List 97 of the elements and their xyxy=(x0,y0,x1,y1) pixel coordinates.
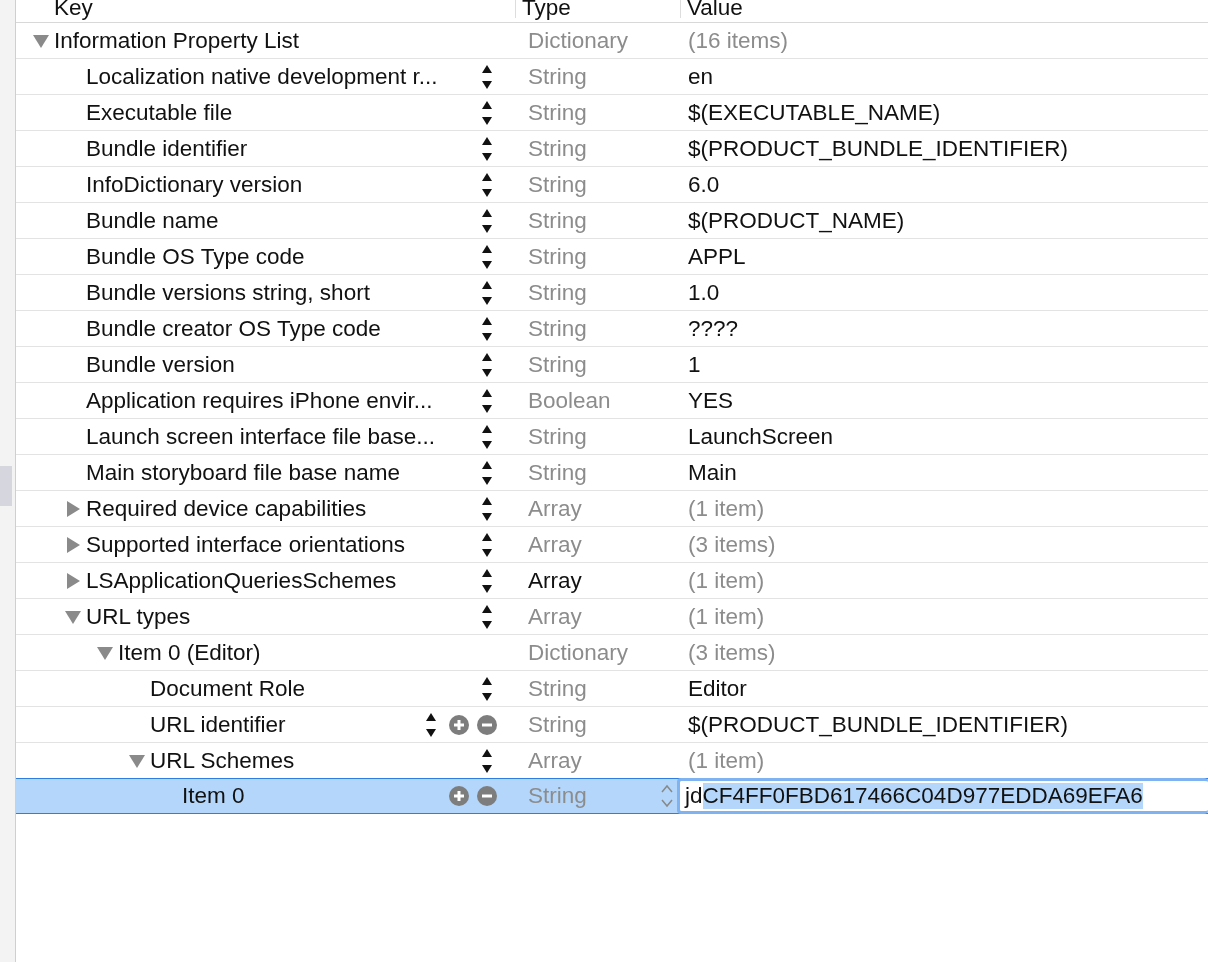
plist-row[interactable]: Localization native development r... String en xyxy=(16,59,1208,95)
key-text: InfoDictionary version xyxy=(86,171,304,198)
plist-row[interactable]: Launch screen interface file base... String LaunchScreen xyxy=(16,419,1208,455)
key-text: Item 0 (Editor) xyxy=(118,639,262,666)
plist-row[interactable]: Required device capabilities Array (1 item) xyxy=(16,491,1208,527)
key-text: Bundle versions string, short xyxy=(86,279,371,306)
key-text: Required device capabilities xyxy=(86,495,368,522)
type-text: String xyxy=(528,279,587,306)
remove-icon[interactable] xyxy=(477,714,497,735)
key-text: Item 0 xyxy=(182,783,246,809)
type-text: String xyxy=(528,675,587,702)
type-text: Array xyxy=(528,567,582,594)
key-text: LSApplicationQueriesSchemes xyxy=(86,567,398,594)
value-text: YES xyxy=(687,387,734,414)
value-text: (3 items) xyxy=(687,639,776,666)
type-text: String xyxy=(528,63,587,90)
type-text: String xyxy=(528,351,587,378)
key-text: Executable file xyxy=(86,99,234,126)
plist-row[interactable]: Information Property List Dictionary (16 items) xyxy=(16,23,1208,59)
add-icon[interactable] xyxy=(449,714,469,735)
key-text: Bundle OS Type code xyxy=(86,243,306,270)
value-text: $(PRODUCT_BUNDLE_IDENTIFIER) xyxy=(687,135,1069,162)
triangle-right-icon[interactable] xyxy=(64,535,82,554)
value-text: (3 items) xyxy=(687,531,776,558)
value-text: (1 item) xyxy=(687,495,765,522)
key-text: Application requires iPhone envir... xyxy=(86,387,434,414)
value-text: $(EXECUTABLE_NAME) xyxy=(687,99,941,126)
type-text: String xyxy=(528,423,587,450)
column-header[interactable]: Key xyxy=(16,0,515,18)
key-text: Bundle creator OS Type code xyxy=(86,315,382,342)
type-text: Array xyxy=(528,747,582,774)
key-text: Bundle name xyxy=(86,207,220,234)
plist-row[interactable]: Document Role String Editor xyxy=(16,671,1208,707)
plist-row[interactable]: Bundle creator OS Type code String ???? xyxy=(16,311,1208,347)
plist-row[interactable]: Item 0 (Editor) Dictionary (3 items) xyxy=(16,635,1208,671)
plist-row[interactable]: Bundle version String 1 xyxy=(16,347,1208,383)
type-text: String xyxy=(528,711,587,738)
type-text: Array xyxy=(528,495,582,522)
key-text: URL Schemes xyxy=(150,747,296,774)
key-text: Document Role xyxy=(150,675,307,702)
type-text: String xyxy=(528,171,587,198)
value-input-field[interactable]: jdCF4FF0FBD617466C04D977EDDA69EFA6 xyxy=(677,778,1208,814)
key-text: Information Property List xyxy=(54,27,301,54)
selected-row[interactable]: Item 0 String jdCF4FF0FBD617466C04D977EDDA69EFA6 xyxy=(16,778,1208,814)
key-text: Localization native development r... xyxy=(86,63,439,90)
value-text: $(PRODUCT_NAME) xyxy=(687,207,905,234)
plist-row[interactable]: Application requires iPhone envir... Boolean YES xyxy=(16,383,1208,419)
value-text: (1 item) xyxy=(687,567,765,594)
type-text: Dictionary xyxy=(528,27,629,54)
plist-row[interactable]: Bundle name String $(PRODUCT_NAME) xyxy=(16,203,1208,239)
key-text: Supported interface orientations xyxy=(86,531,406,558)
type-text: String xyxy=(528,135,587,162)
value-text: Main xyxy=(687,459,737,486)
triangle-right-icon[interactable] xyxy=(64,571,82,590)
key-text: Launch screen interface file base... xyxy=(86,423,436,450)
value-text: (16 items) xyxy=(687,27,789,54)
value-text: LaunchScreen xyxy=(687,423,834,450)
value-text: $(PRODUCT_BUNDLE_IDENTIFIER) xyxy=(687,711,1069,738)
plist-row[interactable]: Executable file String $(EXECUTABLE_NAME) xyxy=(16,95,1208,131)
key-text: Main storyboard file base name xyxy=(86,459,401,486)
plist-row[interactable]: Bundle identifier String $(PRODUCT_BUNDLE_IDENTIFIER) xyxy=(16,131,1208,167)
value-text: 1 xyxy=(687,351,701,378)
plist-row[interactable]: Main storyboard file base name String Main xyxy=(16,455,1208,491)
value-text: APPL xyxy=(687,243,746,270)
triangle-right-icon[interactable] xyxy=(64,499,82,518)
plist-row[interactable]: Supported interface orientations Array (3 items) xyxy=(16,527,1208,563)
gutter-marker xyxy=(0,466,12,506)
type-text: String xyxy=(528,99,587,126)
key-text: URL identifier xyxy=(150,711,287,738)
value-text: 1.0 xyxy=(687,279,720,306)
type-text: Array xyxy=(528,531,582,558)
plist-row[interactable]: URL types Array (1 item) xyxy=(16,599,1208,635)
type-text: String xyxy=(528,459,587,486)
key-text: Bundle version xyxy=(86,351,236,378)
plist-row[interactable]: LSApplicationQueriesSchemes Array (1 item) xyxy=(16,563,1208,599)
type-text: String xyxy=(528,207,587,234)
plist-row[interactable]: InfoDictionary version String 6.0 xyxy=(16,167,1208,203)
plist-row[interactable]: Bundle versions string, short String 1.0 xyxy=(16,275,1208,311)
key-text: Bundle identifier xyxy=(86,135,249,162)
value-text: en xyxy=(687,63,714,90)
type-text: String xyxy=(528,783,587,809)
column-header[interactable]: Type xyxy=(515,0,680,18)
type-text: Array xyxy=(528,603,582,630)
key-text: URL types xyxy=(86,603,192,630)
type-text: Boolean xyxy=(528,387,611,414)
remove-icon[interactable] xyxy=(477,786,497,806)
value-text: (1 item) xyxy=(687,747,765,774)
type-text: Dictionary xyxy=(528,639,629,666)
type-text: String xyxy=(528,243,587,270)
value-text: Editor xyxy=(687,675,747,702)
value-text: ???? xyxy=(687,315,739,342)
type-text: String xyxy=(528,315,587,342)
value-text: (1 item) xyxy=(687,603,765,630)
add-icon[interactable] xyxy=(449,786,469,806)
plist-row[interactable]: URL identifier String $(PRODUCT_BUNDLE_IDENTIFIER) xyxy=(16,707,1208,743)
plist-row[interactable]: Bundle OS Type code String APPL xyxy=(16,239,1208,275)
value-text: 6.0 xyxy=(687,171,720,198)
